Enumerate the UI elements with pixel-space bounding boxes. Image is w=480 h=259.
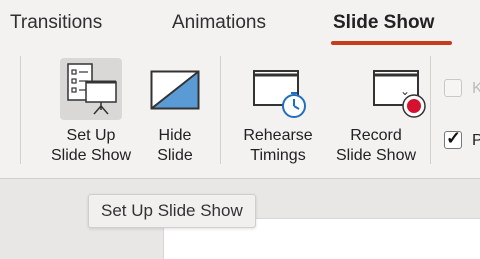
- rehearse-timings-label: Rehearse Timings: [243, 127, 313, 164]
- rehearse-timings-button[interactable]: Rehearse Timings: [234, 58, 322, 170]
- hide-slide-label: Hide Slide: [157, 127, 193, 164]
- record-slide-show-label: Record Slide Show: [335, 127, 417, 164]
- checkmark-icon: ✓: [446, 128, 462, 148]
- checkbox-top[interactable]: [444, 79, 462, 97]
- checkbox-bottom-label: P: [472, 132, 480, 149]
- ribbon-separator: [20, 56, 21, 164]
- set-up-slide-show-button[interactable]: Set Up Slide Show: [38, 58, 144, 170]
- hide-slide-icon: [150, 70, 200, 110]
- tab-animations[interactable]: Animations: [172, 12, 266, 34]
- tooltip: Set Up Slide Show: [88, 194, 256, 228]
- record-slide-show-button[interactable]: Record Slide Show: [324, 58, 428, 170]
- chevron-down-icon[interactable]: ⌄: [400, 84, 410, 98]
- ribbon-tab-bar: Transitions Animations Slide Show: [0, 0, 480, 48]
- tab-transitions[interactable]: Transitions: [10, 12, 102, 34]
- set-up-slide-show-icon: [60, 58, 122, 120]
- rehearse-timings-icon: [248, 68, 308, 120]
- tab-slide-show[interactable]: Slide Show: [333, 12, 434, 34]
- ribbon-separator: [220, 56, 221, 164]
- checkbox-top-label: K: [472, 80, 480, 97]
- ribbon-separator: [430, 56, 431, 164]
- checkbox-bottom[interactable]: ✓: [444, 128, 462, 149]
- active-tab-underline: [331, 41, 452, 45]
- hide-slide-button[interactable]: Hide Slide: [145, 58, 205, 170]
- set-up-slide-show-label: Set Up Slide Show: [50, 127, 132, 164]
